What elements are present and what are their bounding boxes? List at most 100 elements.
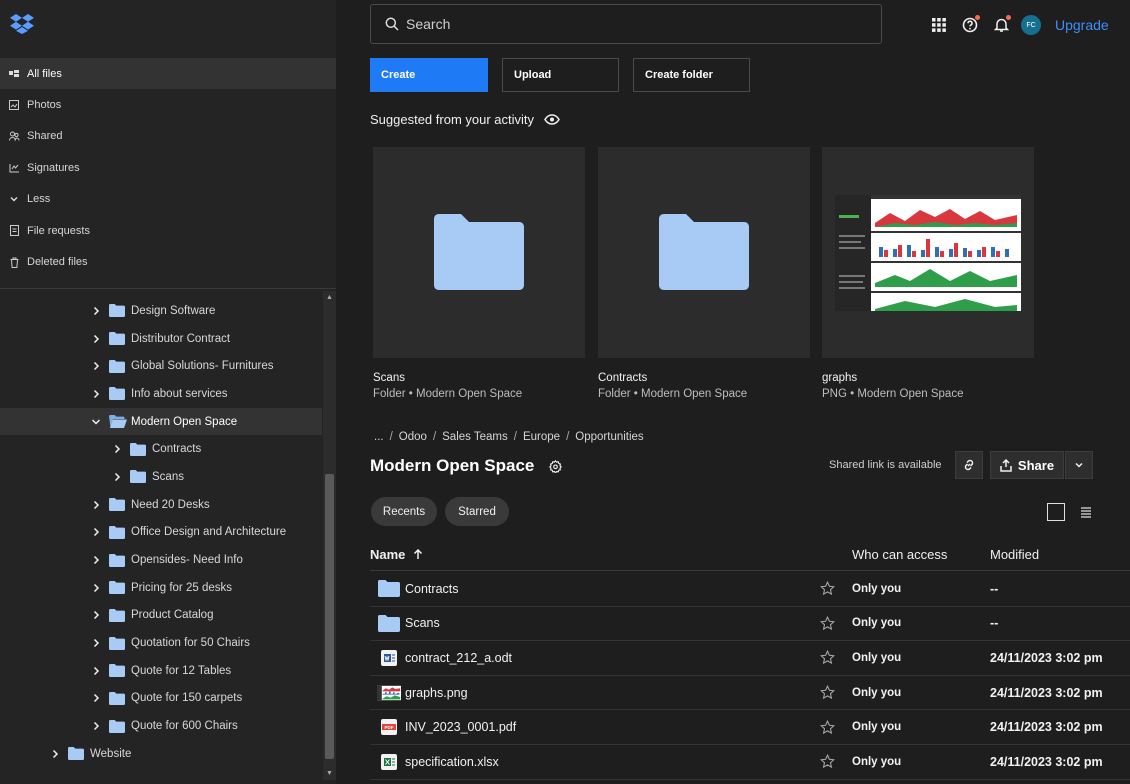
file-name[interactable]: contract_212_a.odt	[405, 651, 512, 665]
scroll-thumb[interactable]	[325, 474, 334, 759]
chevron-right-icon[interactable]	[89, 304, 103, 318]
tree-item[interactable]: Design Software	[0, 297, 322, 325]
search-input[interactable]: Search	[370, 4, 882, 44]
tree-item[interactable]: Quote for 600 Chairs	[0, 712, 322, 740]
chevron-right-icon[interactable]	[48, 747, 62, 761]
breadcrumb-ellipsis[interactable]: ...	[374, 431, 384, 443]
nav-item-photos[interactable]: Photos	[0, 89, 336, 120]
sidebar-scrollbar[interactable]: ▲ ▼	[323, 291, 336, 780]
tree-item[interactable]: Product Catalog	[0, 602, 322, 630]
recents-filter[interactable]: Recents	[371, 497, 437, 526]
file-name[interactable]: graphs.png	[405, 686, 468, 700]
tree-item[interactable]: Quote for 150 carpets	[0, 685, 322, 713]
access-value: Only you	[852, 617, 902, 630]
star-icon[interactable]	[820, 719, 835, 735]
starred-filter[interactable]: Starred	[445, 497, 509, 526]
tree-item[interactable]: Website	[0, 740, 322, 768]
nav-item-shared[interactable]: Shared	[0, 121, 336, 152]
chevron-right-icon[interactable]	[89, 664, 103, 678]
star-icon[interactable]	[820, 684, 835, 700]
modified-value: 24/11/2023 3:02 pm	[990, 650, 1103, 665]
chevron-right-icon[interactable]	[110, 470, 124, 484]
bell-icon[interactable]	[990, 14, 1012, 36]
table-row[interactable]: contract_212_a.odt Only you 24/11/2023 3:0…	[370, 641, 1130, 676]
star-icon[interactable]	[820, 581, 835, 596]
chevron-right-icon[interactable]	[89, 498, 103, 512]
file-name[interactable]: Contracts	[405, 582, 459, 596]
tree-item[interactable]: Scans	[0, 463, 322, 491]
copy-link-button[interactable]	[955, 451, 983, 479]
tree-item[interactable]: Modern Open Space	[0, 407, 322, 436]
nav-item-deleted-files[interactable]: Deleted files	[0, 246, 336, 277]
breadcrumb-item[interactable]: Europe	[523, 431, 560, 443]
file-name[interactable]: specification.xlsx	[405, 755, 499, 769]
help-icon[interactable]	[959, 14, 981, 36]
star-icon[interactable]	[820, 615, 835, 631]
tree-item[interactable]: Global Solutions- Furnitures	[0, 352, 322, 380]
page-title-text: Modern Open Space	[370, 456, 535, 475]
nav-item-less[interactable]: Less	[0, 184, 336, 215]
apps-grid-icon[interactable]	[928, 14, 950, 36]
tree-item[interactable]: Distributor Contract	[0, 325, 322, 353]
chevron-down-icon[interactable]	[89, 415, 103, 429]
breadcrumb-item[interactable]: Odoo	[399, 431, 427, 443]
file-name[interactable]: Scans	[405, 616, 440, 630]
chevron-right-icon[interactable]	[89, 719, 103, 733]
share-options-dropdown[interactable]	[1065, 451, 1093, 479]
sort-arrow-up-icon	[414, 549, 423, 559]
table-row[interactable]: specification.xlsx Only you 24/11/2023 3:0…	[370, 745, 1130, 780]
tree-item[interactable]: Pricing for 25 desks	[0, 574, 322, 602]
table-row[interactable]: Contracts Only you --	[370, 572, 1130, 607]
card-name: graphs	[822, 372, 858, 384]
grid-view-toggle[interactable]	[1047, 503, 1065, 521]
create-folder-button[interactable]: Create folder	[633, 58, 750, 92]
column-modified-header[interactable]: Modified	[990, 547, 1039, 562]
scroll-down-arrow-icon[interactable]: ▼	[325, 769, 334, 778]
column-name-header[interactable]: Name	[370, 547, 423, 562]
scroll-up-arrow-icon[interactable]: ▲	[325, 293, 334, 302]
sidebar-nav: All files Photos Shared Signatures Less	[0, 58, 336, 278]
chevron-right-icon[interactable]	[89, 636, 103, 650]
table-row[interactable]: graphs.png Only you 24/11/2023 3:02 pm	[370, 676, 1130, 711]
nav-item-file-requests[interactable]: File requests	[0, 215, 336, 246]
breadcrumb-separator: /	[432, 431, 437, 443]
star-icon[interactable]	[820, 650, 835, 665]
table-row[interactable]: Scans Only you --	[370, 607, 1130, 642]
tree-item[interactable]: Quote for 12 Tables	[0, 657, 322, 685]
suggested-card-graphs[interactable]: graphs PNG • Modern Open Space	[822, 147, 1034, 400]
create-button[interactable]: Create	[370, 58, 488, 92]
tree-item[interactable]: Contracts	[0, 435, 322, 463]
table-row[interactable]: PDF INV_2023_0001.pdf Only you 24/11/2023 3…	[370, 710, 1130, 745]
star-icon[interactable]	[820, 754, 835, 769]
tree-item[interactable]: Info about services	[0, 380, 322, 408]
file-name[interactable]: INV_2023_0001.pdf	[405, 720, 516, 734]
breadcrumb-item[interactable]: Opportunities	[575, 431, 643, 443]
list-view-icon[interactable]	[1078, 504, 1094, 520]
folder-settings-gear-icon[interactable]	[549, 459, 563, 473]
chevron-right-icon[interactable]	[89, 387, 103, 401]
upload-button[interactable]: Upload	[502, 58, 619, 92]
eye-icon[interactable]	[544, 114, 560, 125]
tree-item[interactable]: Need 20 Desks	[0, 491, 322, 519]
chevron-right-icon[interactable]	[89, 691, 103, 705]
nav-item-signatures[interactable]: Signatures	[0, 152, 336, 183]
chevron-right-icon[interactable]	[89, 608, 103, 622]
tree-item[interactable]: Quotation for 50 Chairs	[0, 629, 322, 657]
dropbox-logo-icon[interactable]	[10, 14, 34, 34]
avatar[interactable]: FC	[1021, 15, 1041, 35]
chevron-right-icon[interactable]	[89, 553, 103, 567]
chevron-right-icon[interactable]	[89, 581, 103, 595]
share-button[interactable]: Share	[990, 451, 1064, 479]
chevron-right-icon[interactable]	[89, 332, 103, 346]
chevron-right-icon[interactable]	[89, 525, 103, 539]
nav-item-all-files[interactable]: All files	[0, 58, 336, 90]
breadcrumb-item[interactable]: Sales Teams	[442, 431, 508, 443]
tree-item[interactable]: Office Design and Architecture	[0, 519, 322, 547]
suggested-card-contracts[interactable]: Contracts Folder • Modern Open Space	[598, 147, 810, 400]
chevron-right-icon[interactable]	[110, 442, 124, 456]
suggested-card-scans[interactable]: Scans Folder • Modern Open Space	[373, 147, 585, 400]
tree-item[interactable]: Opensides- Need Info	[0, 546, 322, 574]
chevron-right-icon[interactable]	[89, 359, 103, 373]
upgrade-link[interactable]: Upgrade	[1055, 17, 1109, 33]
column-access-header[interactable]: Who can access	[852, 547, 947, 562]
